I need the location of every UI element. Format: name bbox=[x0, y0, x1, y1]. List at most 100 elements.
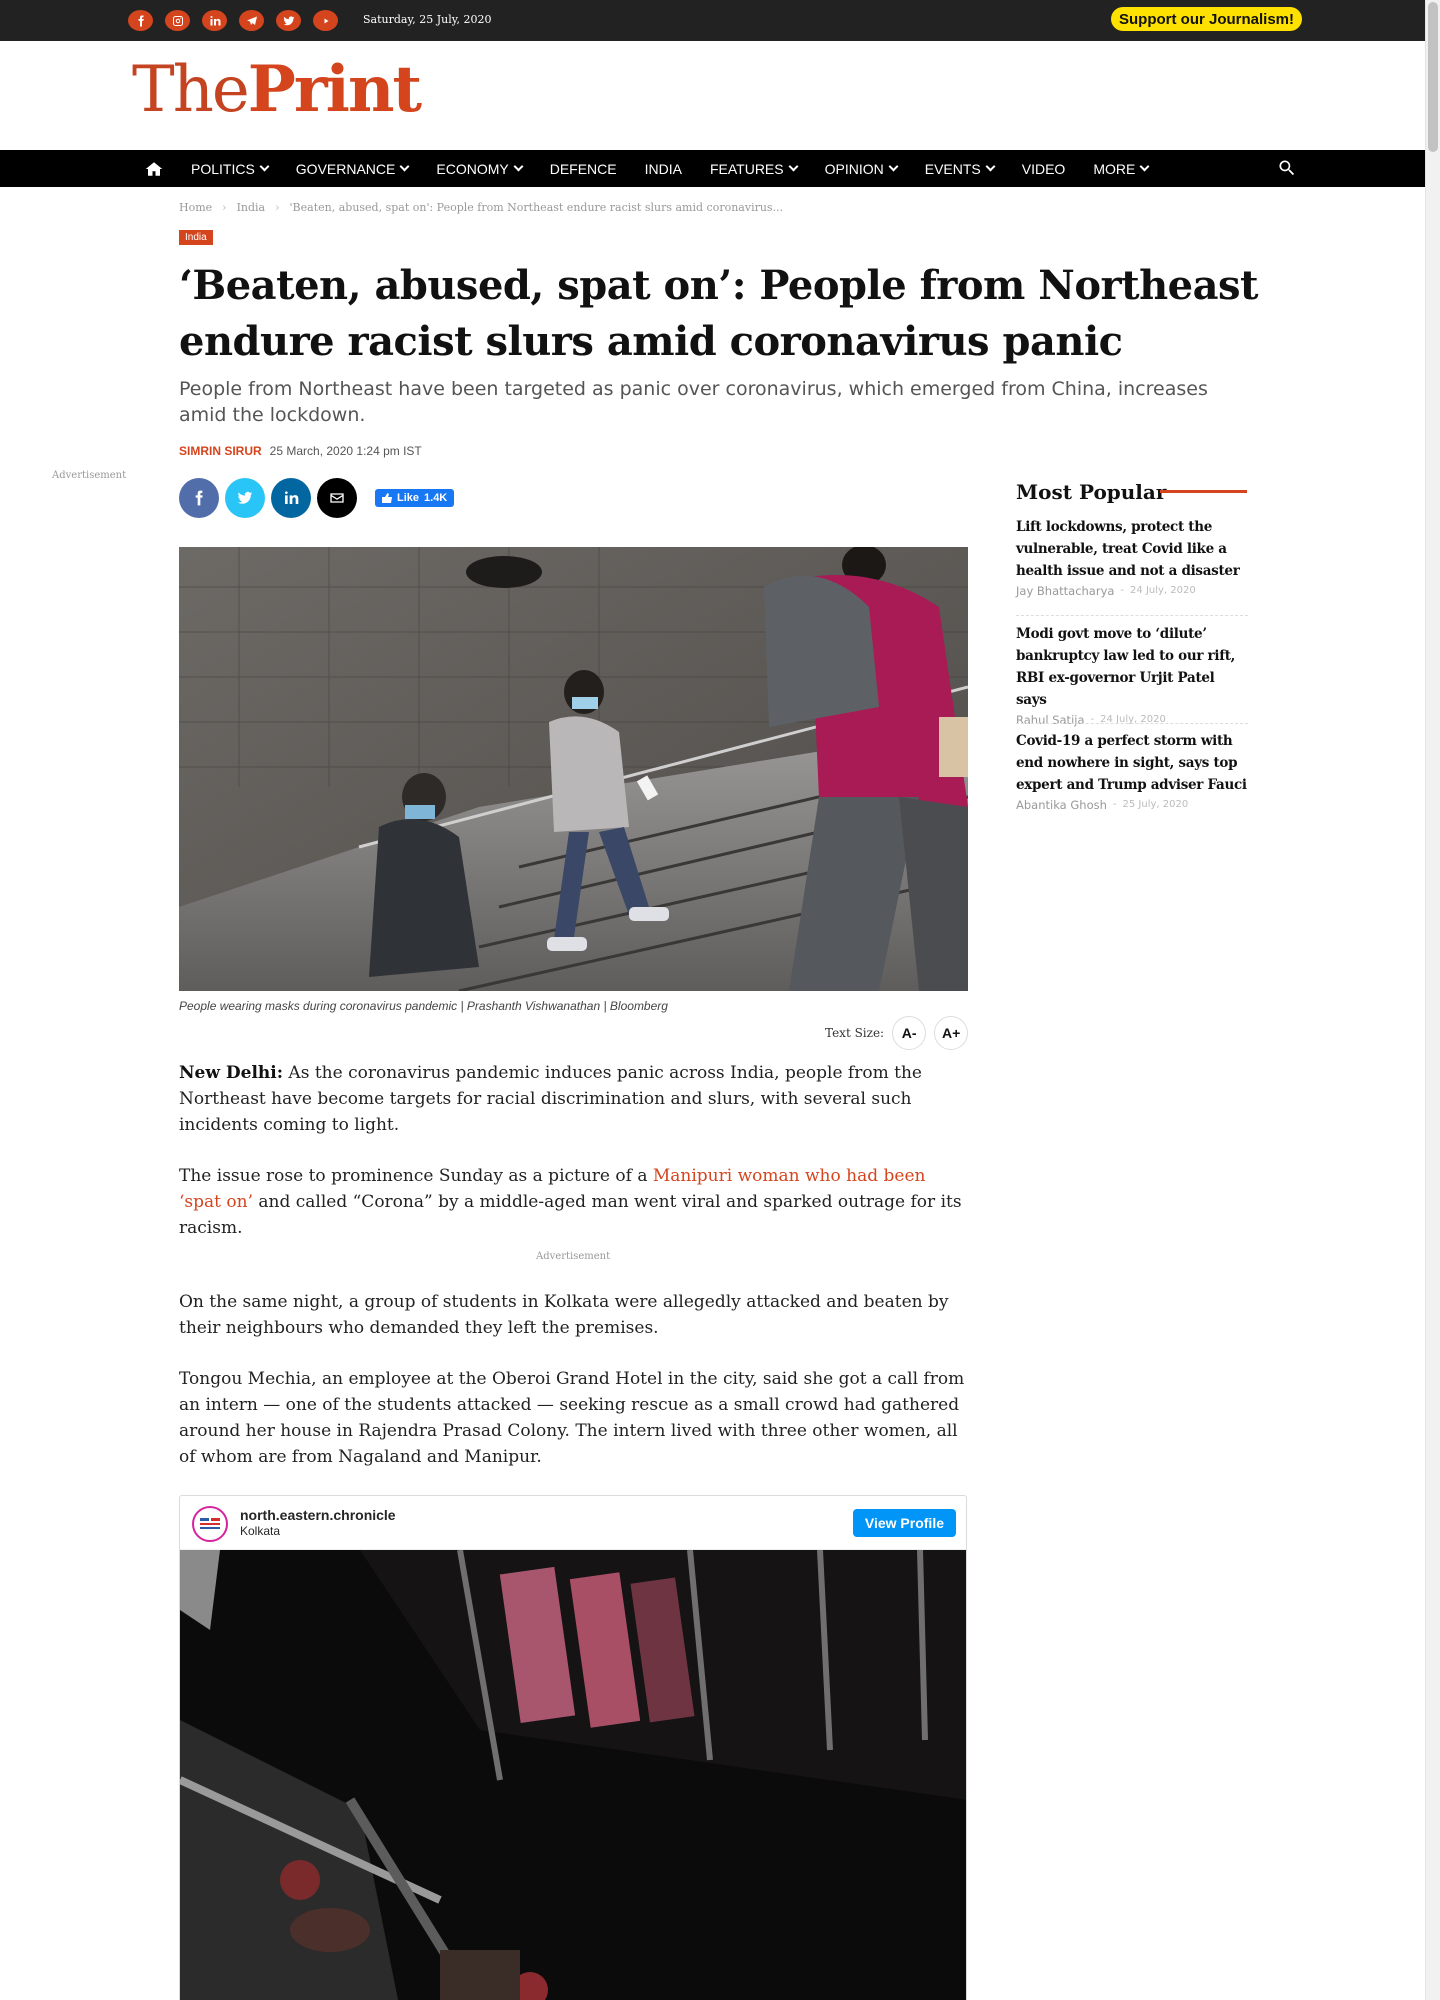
hero-photo-illustration bbox=[179, 547, 968, 991]
instagram-header: north.eastern.chronicle Kolkata View Pro… bbox=[180, 1496, 966, 1550]
fb-like-label: Like bbox=[397, 492, 420, 504]
nav-item-governance[interactable]: GOVERNANCE bbox=[295, 160, 410, 177]
popular-item[interactable]: Lift lockdowns, protect the vulnerable, … bbox=[1016, 516, 1248, 598]
chevron-down-icon bbox=[985, 161, 996, 172]
text-size-decrease-button[interactable]: A- bbox=[892, 1016, 927, 1050]
nav-item-features[interactable]: FEATURES bbox=[709, 160, 799, 177]
paragraph-2-start: The issue rose to prominence Sunday as a… bbox=[179, 1166, 653, 1186]
instagram-icon[interactable] bbox=[165, 10, 190, 31]
social-links bbox=[128, 10, 338, 31]
fb-like-count: 1.4K bbox=[424, 492, 448, 504]
article-paragraph-4: Tongou Mechia, an employee at the Oberoi… bbox=[179, 1369, 965, 1467]
nav-item-label: VIDEO bbox=[1021, 160, 1066, 177]
nav-item-label: OPINION bbox=[824, 160, 884, 177]
share-twitter-button[interactable] bbox=[225, 478, 265, 518]
popular-item[interactable]: Covid-19 a perfect storm with end nowher… bbox=[1016, 730, 1248, 812]
share-facebook-button[interactable] bbox=[179, 478, 219, 518]
support-journalism-button[interactable]: Support our Journalism! bbox=[1111, 7, 1303, 31]
meta-separator: - bbox=[1112, 799, 1117, 810]
instagram-avatar[interactable] bbox=[192, 1506, 228, 1542]
logo-print: Print bbox=[247, 52, 422, 127]
inline-advertisement-label: Advertisement bbox=[536, 1251, 611, 1262]
breadcrumb-section[interactable]: India bbox=[237, 201, 266, 214]
chevron-down-icon bbox=[788, 161, 799, 172]
nav-item-label: GOVERNANCE bbox=[295, 160, 396, 177]
popular-item-title[interactable]: Modi govt move to ‘dilute’ bankruptcy la… bbox=[1016, 623, 1248, 711]
instagram-media[interactable] bbox=[180, 1550, 966, 2000]
nav-item-label: FEATURES bbox=[709, 160, 784, 177]
facebook-icon bbox=[195, 490, 203, 506]
page-scrollbar[interactable] bbox=[1425, 0, 1440, 2000]
article-paragraph-3: On the same night, a group of students i… bbox=[179, 1292, 949, 1338]
main-nav: POLITICS GOVERNANCE ECONOMY DEFENCE INDIA FEA… bbox=[0, 150, 1425, 187]
instagram-username[interactable]: north.eastern.chronicle bbox=[240, 1507, 396, 1523]
popular-item-date: 25 July, 2020 bbox=[1122, 799, 1189, 810]
share-email-button[interactable] bbox=[317, 478, 357, 518]
thumbs-up-icon bbox=[382, 493, 392, 503]
site-logo[interactable]: ThePrint bbox=[132, 58, 422, 123]
nav-item-label: MORE bbox=[1093, 160, 1136, 177]
popular-item-meta: Rahul Satija -24 July, 2020 bbox=[1016, 713, 1248, 727]
popular-divider bbox=[1016, 723, 1248, 724]
facebook-like-button[interactable]: Like 1.4K bbox=[375, 489, 455, 507]
linkedin-icon[interactable] bbox=[202, 10, 227, 31]
chevron-down-icon bbox=[259, 161, 270, 172]
nav-item-more[interactable]: MORE bbox=[1093, 160, 1150, 177]
text-size-increase-button[interactable]: A+ bbox=[934, 1016, 969, 1050]
home-icon[interactable] bbox=[145, 159, 165, 179]
share-bar: Like 1.4K bbox=[179, 478, 455, 518]
nav-item-india[interactable]: INDIA bbox=[645, 161, 682, 177]
most-popular-rule bbox=[1160, 490, 1247, 493]
popular-item-meta: Abantika Ghosh -25 July, 2020 bbox=[1016, 798, 1248, 812]
telegram-icon[interactable] bbox=[239, 10, 264, 31]
popular-item-title[interactable]: Lift lockdowns, protect the vulnerable, … bbox=[1016, 516, 1248, 582]
popular-item-author[interactable]: Abantika Ghosh bbox=[1016, 798, 1107, 812]
breadcrumb-home[interactable]: Home bbox=[179, 201, 212, 214]
popular-item-date: 24 July, 2020 bbox=[1100, 714, 1166, 725]
text-size-control: Text Size: A- A+ bbox=[825, 1016, 969, 1050]
paragraph-2-end: and called “Corona” by a middle-aged man… bbox=[179, 1192, 962, 1238]
instagram-embed: north.eastern.chronicle Kolkata View Pro… bbox=[179, 1495, 967, 2000]
paragraph-1-text: As the coronavirus pandemic induces pani… bbox=[179, 1063, 922, 1135]
share-linkedin-button[interactable] bbox=[271, 478, 311, 518]
profile-logo-icon bbox=[200, 1518, 220, 1529]
text-size-label: Text Size: bbox=[825, 1026, 885, 1040]
popular-item-author[interactable]: Rahul Satija bbox=[1016, 713, 1085, 727]
youtube-icon[interactable] bbox=[313, 10, 338, 31]
nav-item-defence[interactable]: DEFENCE bbox=[550, 161, 617, 177]
popular-item-title[interactable]: Covid-19 a perfect storm with end nowher… bbox=[1016, 730, 1248, 796]
breadcrumb-separator: › bbox=[222, 201, 227, 214]
nav-item-label: INDIA bbox=[644, 160, 682, 177]
current-date: Saturday, 25 July, 2020 bbox=[363, 13, 492, 26]
facebook-icon[interactable] bbox=[128, 10, 153, 31]
twitter-icon[interactable] bbox=[276, 10, 301, 31]
instagram-location: Kolkata bbox=[240, 1524, 281, 1538]
nav-item-label: POLITICS bbox=[191, 160, 255, 177]
author-link[interactable]: SIMRIN SIRUR bbox=[179, 444, 262, 458]
chevron-down-icon bbox=[1139, 161, 1150, 172]
linkedin-icon bbox=[285, 491, 299, 504]
popular-divider bbox=[1016, 615, 1248, 616]
popular-item[interactable]: Modi govt move to ‘dilute’ bankruptcy la… bbox=[1016, 623, 1248, 727]
popular-item-author[interactable]: Jay Bhattacharya bbox=[1016, 584, 1114, 598]
nav-item-video[interactable]: VIDEO bbox=[1022, 161, 1066, 177]
breadcrumb-current: 'Beaten, abused, spat on': People from N… bbox=[289, 201, 784, 214]
nav-item-events[interactable]: EVENTS bbox=[924, 160, 996, 177]
search-icon[interactable] bbox=[1277, 158, 1299, 180]
nav-item-opinion[interactable]: OPINION bbox=[824, 160, 899, 177]
side-advertisement-label: Advertisement bbox=[52, 470, 127, 481]
category-badge[interactable]: India bbox=[179, 230, 213, 245]
nav-item-economy[interactable]: ECONOMY bbox=[436, 161, 524, 177]
chevron-down-icon bbox=[513, 161, 524, 172]
logo-the: The bbox=[132, 53, 250, 127]
most-popular-title: Most Popular bbox=[1016, 480, 1167, 504]
popular-item-meta: Jay Bhattacharya -24 July, 2020 bbox=[1016, 584, 1248, 598]
nav-item-label: EVENTS bbox=[924, 160, 981, 177]
breadcrumb: Home › India › 'Beaten, abused, spat on'… bbox=[179, 201, 783, 214]
nav-item-politics[interactable]: POLITICS bbox=[191, 160, 270, 177]
view-profile-button[interactable]: View Profile bbox=[852, 1509, 956, 1537]
scrollbar-thumb[interactable] bbox=[1428, 2, 1438, 152]
hero-image bbox=[179, 547, 968, 991]
image-caption: People wearing masks during coronavirus … bbox=[179, 999, 668, 1013]
article-headline: ‘Beaten, abused, spat on’: People from N… bbox=[179, 262, 1259, 365]
